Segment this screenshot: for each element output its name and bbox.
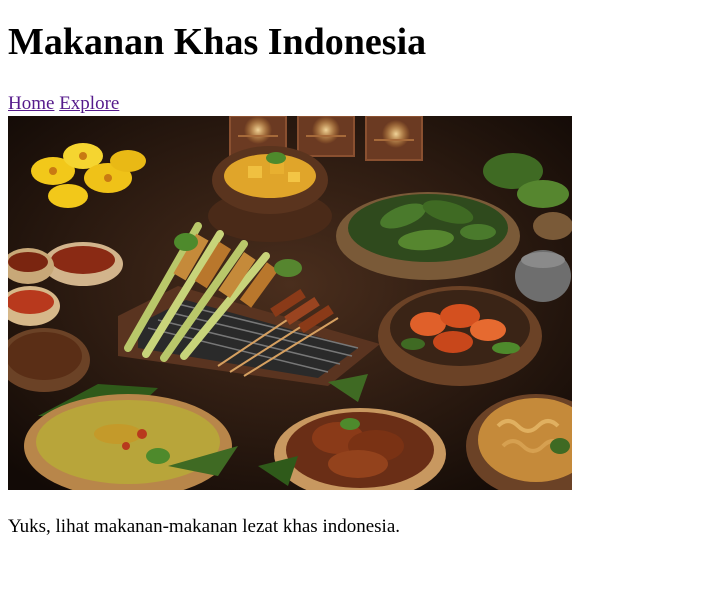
main-nav: Home Explore	[8, 94, 708, 114]
leaf-basket	[336, 192, 520, 280]
page-caption: Yuks, lihat makanan-makanan lezat khas i…	[8, 516, 401, 537]
shrimp-bowl	[378, 286, 542, 386]
nav-link-explore[interactable]: Explore	[59, 93, 119, 114]
hero-image	[8, 116, 572, 490]
yellow-dish-pot	[208, 146, 332, 242]
page-title: Makanan Khas Indonesia	[8, 21, 427, 63]
stone-mortar	[515, 250, 571, 302]
page-content: Makanan Khas Indonesia Home Explore Yuks…	[8, 0, 708, 557]
nav-link-home[interactable]: Home	[8, 93, 54, 114]
